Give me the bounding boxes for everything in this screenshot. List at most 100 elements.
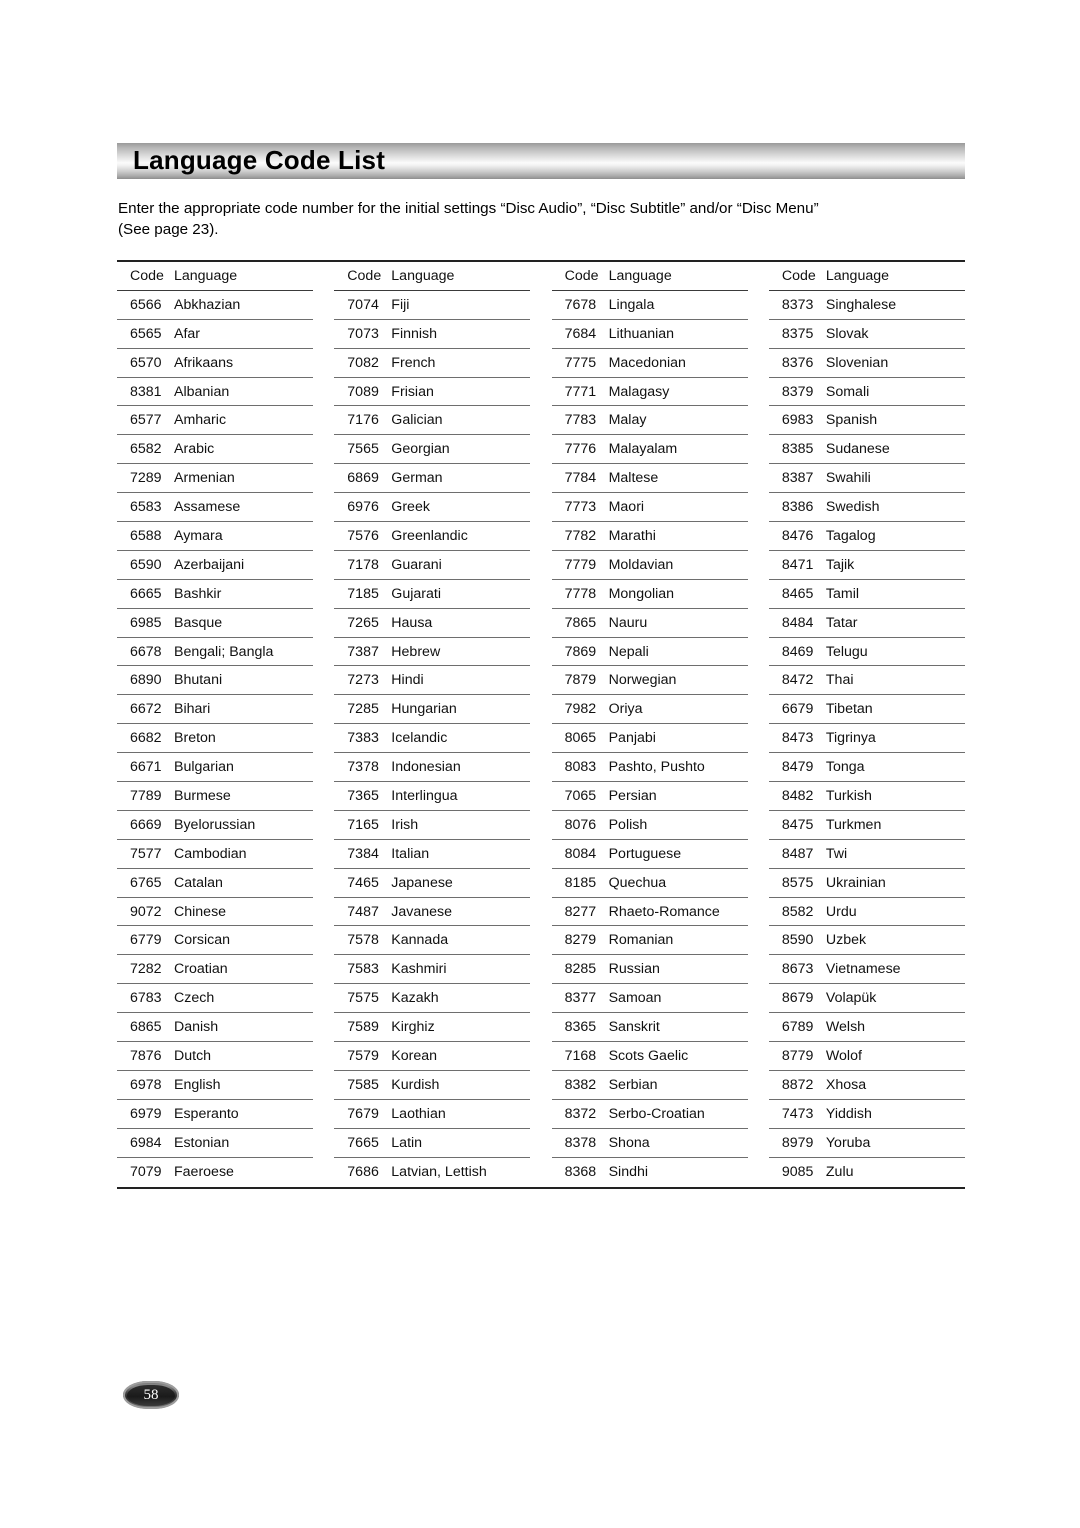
language-code: 7487 (347, 903, 379, 920)
language-code: 7775 (564, 354, 597, 371)
intro-line-2: (See page 23). (118, 221, 219, 238)
language-code: 6789 (781, 1019, 814, 1036)
language-code: 7185 (347, 585, 379, 602)
language-name: Malay (608, 412, 647, 429)
table-row: 6978 English (117, 1071, 313, 1100)
document-page: Language Code List Enter the appropriate… (0, 0, 1080, 1528)
language-name: Moldavian (608, 556, 674, 573)
language-name: Bengali; Bangla (174, 643, 274, 660)
language-name: Frisian (391, 383, 434, 400)
table-row: 6671 Bulgarian (117, 753, 313, 783)
language-name: Persian (608, 787, 657, 804)
table-row: 6985 Basque (117, 609, 313, 638)
language-code: 7583 (347, 961, 379, 978)
language-code: 8185 (564, 874, 597, 891)
table-row: 9072 Chinese (117, 898, 313, 927)
language-code: 6678 (130, 643, 162, 660)
language-code: 8375 (781, 325, 814, 342)
table-row: 7784 Maltese (551, 464, 748, 494)
language-code: 7165 (347, 816, 379, 833)
table-row: 8471 Tajik (768, 551, 965, 580)
language-name: Tajik (825, 556, 855, 573)
column-header-code: Code (781, 267, 816, 284)
language-code: 8285 (564, 961, 597, 978)
language-code: 8076 (564, 816, 597, 833)
column-header-language: Language (608, 267, 672, 284)
table-row: 8469 Telugu (768, 638, 965, 667)
language-code: 7073 (347, 325, 379, 342)
language-name: Samoan (608, 990, 662, 1007)
language-name: Quechua (608, 874, 667, 891)
language-name: Tamil (825, 585, 859, 602)
language-code: 8376 (781, 354, 814, 371)
column-header-code: Code (130, 267, 164, 284)
table-row: 8285 Russian (551, 955, 748, 985)
language-name: Romanian (608, 932, 674, 949)
language-code: 6672 (130, 701, 162, 718)
table-column: Code Language 7074 Fiji 7073 Finnish 7082 Frenc… (334, 262, 531, 1187)
language-code: 7565 (347, 441, 379, 458)
table-row: 6979 Esperanto (117, 1100, 313, 1129)
language-name: Serbian (608, 1076, 658, 1093)
language-name: Corsican (174, 932, 230, 949)
language-name: Tatar (825, 614, 858, 631)
language-name: Afrikaans (174, 354, 234, 371)
language-code: 7577 (130, 845, 162, 862)
language-name: Panjabi (608, 730, 656, 747)
language-name: Galician (391, 412, 443, 429)
language-name: Yiddish (825, 1105, 872, 1122)
language-name: Greek (391, 499, 430, 516)
table-row: 9085 Zulu (769, 1158, 965, 1187)
language-code: 6869 (347, 470, 379, 487)
language-name: Kazakh (391, 990, 439, 1007)
language-name: Polish (608, 816, 648, 833)
table-row: 6665 Bashkir (117, 580, 313, 609)
table-row: 8277 Rhaeto-Romance (551, 898, 748, 927)
table-row: 6890 Bhutani (117, 666, 313, 696)
language-code: 7387 (347, 643, 379, 660)
table-row: 8373 Singhalese (768, 291, 965, 320)
table-row: 6789 Welsh (768, 1013, 965, 1043)
table-row: 7783 Malay (551, 406, 748, 436)
language-code: 6665 (130, 585, 162, 602)
language-code: 7879 (564, 672, 597, 689)
language-code: 7079 (130, 1164, 162, 1181)
language-code: 9085 (781, 1164, 814, 1181)
language-code: 8065 (564, 730, 597, 747)
language-code: 7679 (347, 1105, 379, 1122)
language-name: Maori (608, 499, 645, 516)
language-name: German (391, 470, 443, 487)
language-name: Nauru (608, 614, 648, 631)
table-row: 7578 Kannada (334, 926, 531, 956)
language-name: Cambodian (174, 845, 247, 862)
table-row: 6588 Aymara (117, 522, 313, 551)
language-name: Chinese (174, 903, 227, 920)
table-row: 7487 Javanese (334, 898, 531, 927)
language-name: Scots Gaelic (608, 1047, 689, 1064)
language-name: Swahili (825, 470, 871, 487)
language-name: Tigrinya (825, 730, 876, 747)
language-name: Hindi (391, 672, 424, 689)
language-code: 8377 (564, 990, 597, 1007)
language-name: Burmese (174, 787, 231, 804)
language-name: Sanskrit (608, 1019, 660, 1036)
language-name: Hebrew (391, 643, 441, 660)
table-row: 7178 Guarani (334, 551, 531, 580)
language-name: Volapük (825, 990, 877, 1007)
language-code: 8465 (781, 585, 814, 602)
language-code: 8673 (781, 961, 814, 978)
language-code: 8479 (781, 759, 814, 776)
language-code: 7089 (347, 383, 379, 400)
table-row: 8375 Slovak (768, 320, 965, 349)
language-name: Laothian (391, 1105, 446, 1122)
language-code: 6984 (130, 1134, 162, 1151)
table-row: 8372 Serbo-Croatian (551, 1100, 748, 1129)
table-row: 7365 Interlingua (334, 782, 531, 811)
column-header-language: Language (174, 267, 238, 284)
language-name: Japanese (391, 874, 453, 891)
language-code: 7865 (564, 614, 597, 631)
page-number-badge-inner: 58 (127, 1384, 175, 1406)
language-name: Estonian (174, 1134, 230, 1151)
language-code: 6976 (347, 499, 379, 516)
language-name: Serbo-Croatian (608, 1105, 705, 1122)
